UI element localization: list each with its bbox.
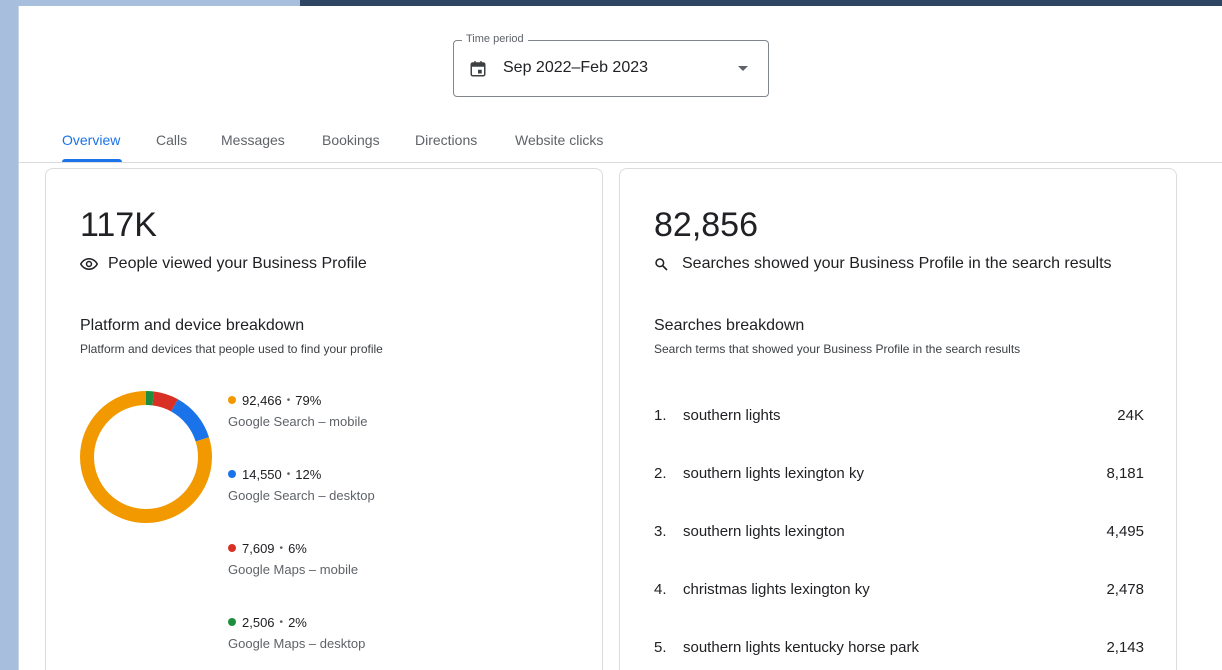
profile-views-description-row: People viewed your Business Profile: [80, 255, 367, 273]
searches-description-row: Searches showed your Business Profile in…: [654, 255, 1112, 273]
list-item: 5. southern lights kentucky horse park 2…: [654, 639, 1144, 670]
legend-dot: [228, 470, 236, 478]
searches-breakdown-subtitle: Search terms that showed your Business P…: [654, 342, 1021, 356]
search-count: 2,478: [1106, 581, 1144, 598]
legend-percent: 79%: [295, 392, 322, 408]
calendar-icon: [469, 60, 487, 78]
legend-percent: 12%: [295, 466, 322, 482]
search-term: southern lights lexington: [683, 523, 845, 540]
legend-item-search-desktop: 14,550 • 12% Google Search – desktop: [228, 466, 375, 503]
profile-views-card: 117K People viewed your Business Profile…: [45, 168, 603, 670]
legend-dot: [228, 618, 236, 626]
platform-legend: 92,466 • 79% Google Search – mobile 14,5…: [228, 391, 375, 670]
legend-percent: 2%: [288, 614, 307, 630]
list-item: 1. southern lights 24K: [654, 407, 1144, 465]
search-count: 2,143: [1106, 639, 1144, 656]
search-count: 4,495: [1106, 523, 1144, 540]
performance-panel: Time period Sep 2022–Feb 2023 Overview C…: [19, 6, 1222, 670]
legend-item-search-mobile: 92,466 • 79% Google Search – mobile: [228, 391, 375, 465]
search-rank: 5.: [654, 639, 667, 656]
time-period-label: Time period: [462, 33, 528, 45]
legend-value: 92,466: [242, 392, 282, 408]
search-rank: 3.: [654, 523, 667, 540]
legend-label: Google Search – desktop: [228, 488, 375, 503]
platform-breakdown-title: Platform and device breakdown: [80, 317, 305, 334]
list-item: 4. christmas lights lexington ky 2,478: [654, 581, 1144, 639]
legend-item-maps-mobile: 7,609 • 6% Google Maps – mobile: [228, 539, 375, 613]
legend-value: 2,506: [242, 614, 275, 630]
profile-views-total: 117K: [80, 206, 157, 244]
list-item: 2. southern lights lexington ky 8,181: [654, 465, 1144, 523]
search-rank: 4.: [654, 581, 667, 598]
search-icon: [654, 256, 674, 272]
search-terms-list: 1. southern lights 24K 2. southern light…: [654, 407, 1144, 670]
time-period-select[interactable]: Time period Sep 2022–Feb 2023: [453, 33, 769, 97]
search-term: southern lights lexington ky: [683, 465, 864, 482]
time-period-value: Sep 2022–Feb 2023: [503, 59, 649, 76]
legend-value: 7,609: [242, 540, 275, 556]
legend-label: Google Search – mobile: [228, 414, 368, 429]
search-term: christmas lights lexington ky: [683, 581, 870, 598]
legend-label: Google Maps – mobile: [228, 562, 359, 577]
chevron-down-icon: [738, 66, 748, 71]
searches-card: 82,856 Searches showed your Business Pro…: [619, 168, 1177, 670]
tab-overview[interactable]: Overview: [62, 132, 120, 148]
tab-directions[interactable]: Directions: [415, 132, 477, 148]
tab-bookings[interactable]: Bookings: [322, 132, 380, 148]
legend-dot: [228, 544, 236, 552]
eye-icon: [80, 256, 100, 272]
search-term: southern lights: [683, 407, 781, 424]
searches-description: Searches showed your Business Profile in…: [682, 255, 1112, 272]
list-item: 3. southern lights lexington 4,495: [654, 523, 1144, 581]
search-term: southern lights kentucky horse park: [683, 639, 919, 656]
platform-donut-chart: [80, 391, 212, 523]
platform-breakdown-subtitle: Platform and devices that people used to…: [80, 342, 383, 356]
legend-percent: 6%: [288, 540, 307, 556]
profile-views-description: People viewed your Business Profile: [108, 255, 367, 272]
searches-breakdown-title: Searches breakdown: [654, 317, 805, 334]
search-count: 8,181: [1106, 465, 1144, 482]
tab-messages[interactable]: Messages: [221, 132, 285, 148]
window-frame-left: [0, 0, 18, 670]
legend-value: 14,550: [242, 466, 282, 482]
legend-item-maps-desktop: 2,506 • 2% Google Maps – desktop: [228, 613, 375, 670]
search-rank: 2.: [654, 465, 667, 482]
legend-dot: [228, 396, 236, 404]
active-tab-indicator: [62, 159, 122, 162]
tab-website-clicks[interactable]: Website clicks: [515, 132, 603, 148]
search-rank: 1.: [654, 407, 667, 424]
legend-label: Google Maps – desktop: [228, 636, 366, 651]
metric-tabs: Overview Calls Messages Bookings Directi…: [19, 118, 1222, 163]
tab-calls[interactable]: Calls: [156, 132, 187, 148]
search-count: 24K: [1117, 407, 1144, 424]
searches-total: 82,856: [654, 206, 758, 244]
